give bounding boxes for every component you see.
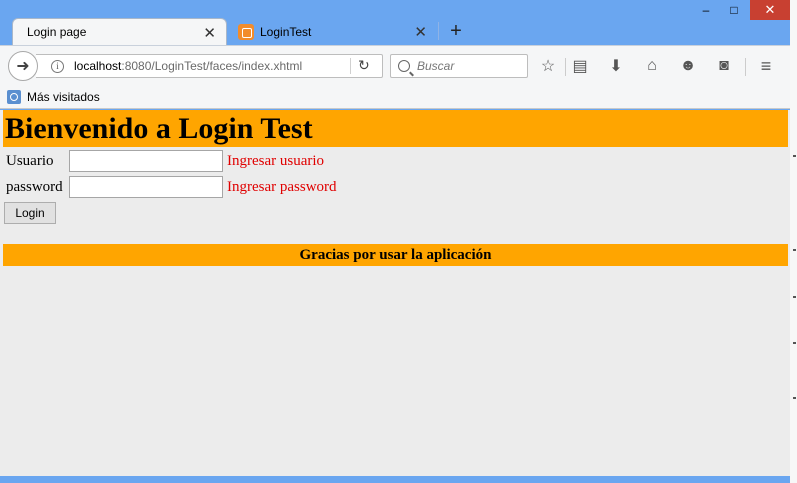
url-path: :8080/LoginTest/faces/index.xhtml [121,59,303,73]
page-footer: Gracias por usar la aplicación [3,244,788,266]
tab-logintest[interactable]: LoginTest ✕ [232,18,437,45]
password-hint: Ingresar password [227,179,337,195]
minimize-button[interactable]: ‒ [692,0,720,20]
xampp-favicon-icon [238,23,254,40]
reading-list-icon[interactable]: ▤ [570,56,590,76]
bookmarks-bar: Más visitados [0,86,790,109]
back-arrow-icon: ➜ [16,58,30,75]
password-input[interactable] [69,176,223,198]
toolbar-divider [745,58,746,76]
hello-icon[interactable]: ☻ [678,56,698,76]
maximize-button[interactable]: □ [720,0,748,20]
search-input[interactable]: Buscar [390,54,528,78]
window-bottom-edge [0,476,790,483]
bookmark-star-icon[interactable]: ☆ [538,56,558,76]
username-label: Usuario [6,153,54,169]
search-placeholder: Buscar [417,59,455,73]
page-content: Bienvenido a Login Test Usuario Ingresar… [0,110,790,476]
pocket-icon[interactable]: ◙ [714,56,734,76]
tab-title: Login page [27,25,87,39]
username-hint: Ingresar usuario [227,153,325,169]
navigation-toolbar: i localhost:8080/LoginTest/faces/index.x… [0,45,790,86]
tab-login-page[interactable]: Login page ✕ [12,18,227,45]
toolbar-divider [565,58,566,76]
url-host: localhost [74,59,122,73]
page-title: Bienvenido a Login Test [3,110,788,147]
url-divider [350,58,351,74]
bookmark-folder-icon [7,90,21,104]
tab-title: LoginTest [260,24,312,39]
close-tab-icon[interactable]: ✕ [414,23,427,41]
menu-icon[interactable]: ≡ [756,56,776,76]
username-input[interactable] [69,150,223,172]
bookmark-most-visited[interactable]: Más visitados [27,90,100,104]
login-button[interactable]: Login [4,202,56,224]
url-bar[interactable]: i localhost:8080/LoginTest/faces/index.x… [36,54,383,78]
background-window-edge [790,0,797,483]
back-button[interactable]: ➜ [8,51,38,81]
tab-divider [438,22,439,40]
info-icon[interactable]: i [51,59,64,73]
password-label: password [6,179,63,195]
close-tab-icon[interactable]: ✕ [203,24,216,42]
downloads-icon[interactable]: ⬇ [606,56,626,76]
home-icon[interactable]: ⌂ [642,56,662,76]
search-icon [398,60,410,72]
reload-icon[interactable]: ↻ [358,57,370,74]
new-tab-icon[interactable]: + [446,20,466,42]
close-window-button[interactable]: ✕ [750,0,790,20]
